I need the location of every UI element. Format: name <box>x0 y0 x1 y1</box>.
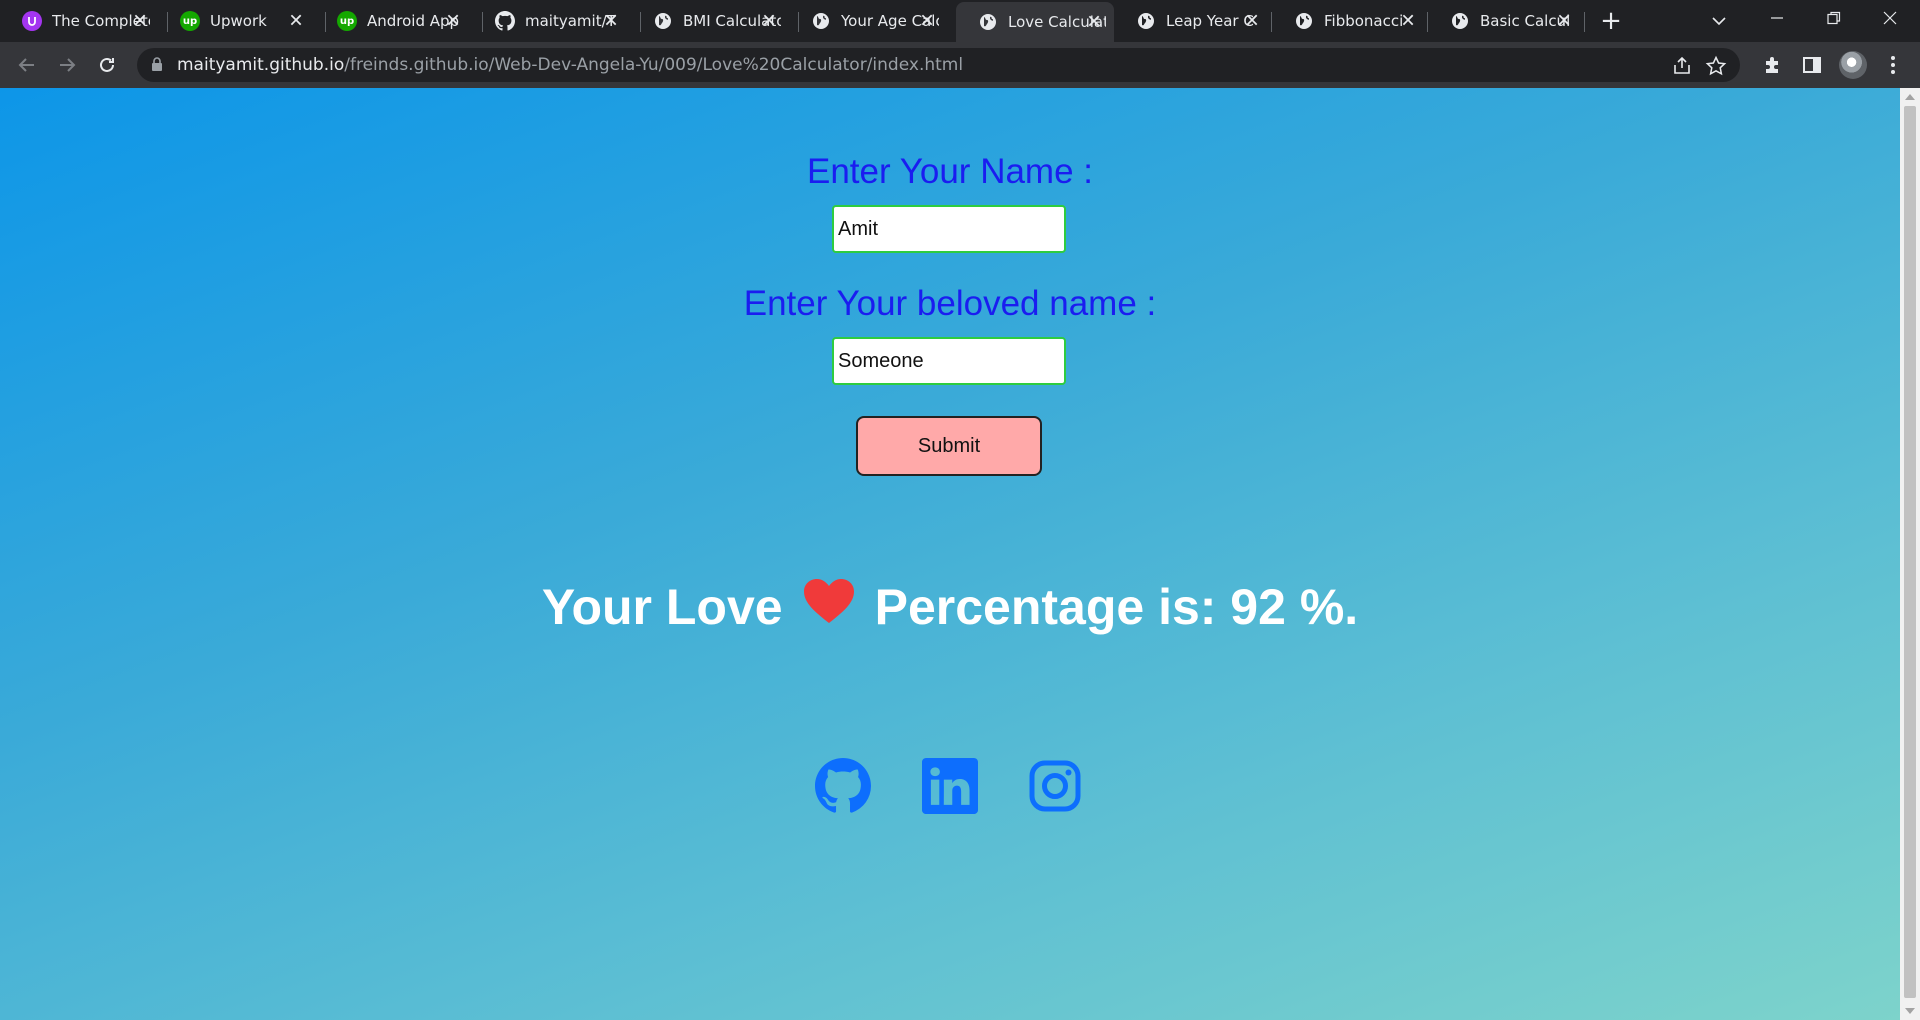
scrollbar-thumb[interactable] <box>1904 106 1916 998</box>
globe-icon <box>1136 11 1156 31</box>
more-menu-icon[interactable] <box>1886 54 1900 76</box>
forward-arrow-icon[interactable] <box>52 50 82 80</box>
url-host: maityamit.github.io <box>177 55 345 75</box>
share-icon[interactable] <box>1671 55 1693 77</box>
star-bookmark-icon[interactable] <box>1705 55 1727 77</box>
tab-separator <box>1584 12 1585 32</box>
close-window-icon[interactable] <box>1868 6 1912 34</box>
close-icon[interactable]: ✕ <box>286 11 306 32</box>
social-links <box>0 758 1900 814</box>
close-icon[interactable]: ✕ <box>759 11 779 32</box>
restore-icon[interactable] <box>1812 6 1856 34</box>
globe-icon <box>653 11 673 31</box>
lock-icon[interactable] <box>151 57 163 76</box>
side-panel-icon[interactable] <box>1801 54 1823 76</box>
github-icon[interactable] <box>815 758 871 814</box>
close-icon[interactable]: ✕ <box>130 11 150 32</box>
close-icon[interactable]: ✕ <box>1398 11 1418 32</box>
tab-the-complete[interactable]: The Complete ✕ <box>0 4 160 38</box>
url-text: maityamit.github.io/freinds.github.io/We… <box>177 55 963 75</box>
name-input[interactable] <box>832 205 1066 253</box>
love-result: Your Love Percentage is: 92 %. <box>0 578 1900 636</box>
upwork-icon: up <box>337 11 357 31</box>
minimize-icon[interactable] <box>1755 6 1799 34</box>
tab-your-age-calc[interactable]: Your Age Calc ✕ <box>789 4 947 38</box>
profile-avatar[interactable] <box>1839 51 1867 79</box>
scroll-down-arrow-icon[interactable] <box>1905 1008 1915 1014</box>
scroll-up-arrow-icon[interactable] <box>1905 94 1915 100</box>
close-icon[interactable]: ✕ <box>1554 11 1574 32</box>
globe-icon <box>1450 11 1470 31</box>
tab-leap-year[interactable]: Leap Year C ✕ <box>1114 4 1272 38</box>
close-icon[interactable]: ✕ <box>917 11 937 32</box>
tab-strip: The Complete ✕ up Upwork ✕ up Android Ap… <box>0 0 1920 42</box>
globe-icon <box>811 11 831 31</box>
upwork-icon: up <box>180 11 200 31</box>
browser-toolbar: maityamit.github.io/freinds.github.io/We… <box>0 42 1920 88</box>
page-content: Enter Your Name : Enter Your beloved nam… <box>0 88 1900 1020</box>
reload-icon[interactable] <box>92 50 122 80</box>
address-bar[interactable]: maityamit.github.io/freinds.github.io/We… <box>137 48 1740 82</box>
globe-icon <box>978 12 998 32</box>
new-tab-icon[interactable]: + <box>1597 8 1625 36</box>
tab-github[interactable]: maityamit/T ✕ <box>473 4 631 38</box>
name-label: Enter Your Name : <box>807 152 1093 191</box>
back-arrow-icon[interactable] <box>12 50 42 80</box>
tab-android-app[interactable]: up Android App ✕ <box>315 4 473 38</box>
udemy-icon <box>22 11 42 31</box>
tab-upwork[interactable]: up Upwork ✕ <box>158 4 316 38</box>
close-icon[interactable]: ✕ <box>1084 12 1104 33</box>
page-scrollbar[interactable] <box>1900 88 1920 1020</box>
linkedin-icon[interactable] <box>922 758 978 814</box>
beloved-name-label: Enter Your beloved name : <box>743 284 1157 323</box>
extensions-puzzle-icon[interactable] <box>1762 54 1784 76</box>
close-icon[interactable]: ✕ <box>601 11 621 32</box>
chevron-down-icon[interactable] <box>1707 9 1731 33</box>
url-path: /freinds.github.io/Web-Dev-Angela-Yu/009… <box>344 55 964 75</box>
close-icon[interactable]: ✕ <box>443 11 463 32</box>
close-icon[interactable]: ✕ <box>1242 11 1262 32</box>
github-icon <box>495 11 515 31</box>
heart-icon <box>803 578 855 636</box>
tab-basic-calculator[interactable]: Basic Calcul ✕ <box>1428 4 1584 38</box>
submit-button[interactable]: Submit <box>856 416 1042 476</box>
tab-love-calculator[interactable]: Love Calculator ✕ <box>956 2 1114 42</box>
globe-icon <box>1294 11 1314 31</box>
result-suffix: Percentage is: 92 %. <box>874 579 1359 635</box>
tab-bmi-calculator[interactable]: BMI Calculator ✕ <box>631 4 789 38</box>
tab-fibbonacci[interactable]: Fibbonacci ✕ <box>1272 4 1428 38</box>
result-prefix: Your Love <box>541 579 783 635</box>
beloved-name-input[interactable] <box>832 337 1066 385</box>
instagram-icon[interactable] <box>1027 758 1083 814</box>
